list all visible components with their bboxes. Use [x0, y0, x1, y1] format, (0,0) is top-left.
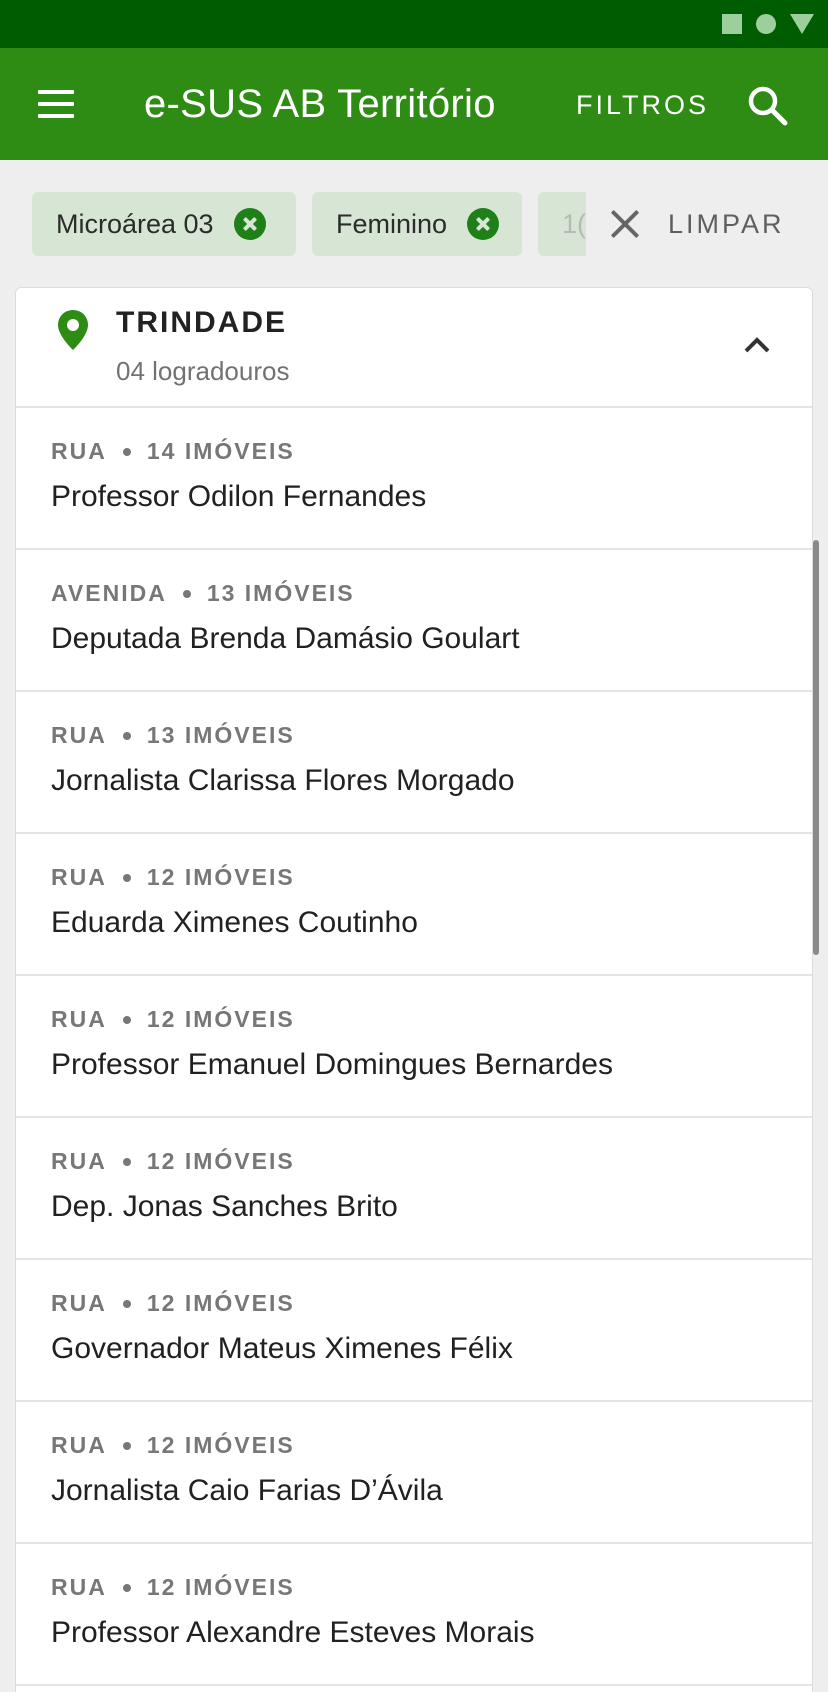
imoveis-count: 14 IMÓVEIS — [146, 438, 295, 464]
app-bar: e-SUS AB Território FILTROS — [0, 48, 828, 160]
logradouro-name: Governador Mateus Ximenes Félix — [51, 1332, 513, 1365]
imoveis-count: 13 IMÓVEIS — [146, 722, 295, 748]
list-item[interactable]: RUA 12 IMÓVEIS Professor Alexandre Esteves… — [16, 1544, 812, 1686]
imoveis-count: 12 IMÓVEIS — [146, 1432, 295, 1458]
chevron-up-icon[interactable] — [742, 330, 772, 360]
logradouro-type: RUA — [51, 1006, 107, 1032]
imoveis-count: 12 IMÓVEIS — [146, 1290, 295, 1316]
search-icon[interactable] — [746, 84, 790, 128]
clear-filters-button[interactable]: LIMPAR — [586, 192, 828, 256]
separator-dot — [122, 1157, 131, 1166]
logradouro-name: Professor Odilon Fernandes — [51, 480, 427, 513]
separator-dot — [122, 873, 131, 882]
logradouro-type: RUA — [51, 1148, 107, 1174]
separator-dot — [122, 1015, 131, 1024]
list-item[interactable]: RUA 12 IMÓVEIS Eduarda Ximenes Coutinho — [16, 834, 812, 976]
logradouro-meta: RUA 14 IMÓVEIS — [51, 438, 295, 465]
logradouro-meta: RUA 12 IMÓVEIS — [51, 864, 295, 891]
logradouro-meta: RUA 12 IMÓVEIS — [51, 1432, 295, 1459]
separator-dot — [122, 447, 131, 456]
logradouro-type: AVENIDA — [51, 580, 167, 606]
location-pin-icon — [56, 308, 90, 352]
logradouro-name: Deputada Brenda Damásio Goulart — [51, 622, 520, 655]
imoveis-count: 13 IMÓVEIS — [206, 580, 355, 606]
list-item[interactable]: AVENIDA 13 IMÓVEIS Deputada Brenda Damásio… — [16, 550, 812, 692]
logradouro-type: RUA — [51, 1574, 107, 1600]
logradouro-name: Jornalista Clarissa Flores Morgado — [51, 764, 515, 797]
logradouro-type: RUA — [51, 1432, 107, 1458]
signal-icon — [790, 14, 814, 34]
bairro-subtitle: 04 logradouros — [116, 356, 290, 386]
logradouro-meta: RUA 12 IMÓVEIS — [51, 1290, 295, 1317]
chip-label: 1( — [562, 208, 587, 239]
logradouro-name: Dep. Jonas Sanches Brito — [51, 1190, 398, 1223]
filters-button[interactable]: FILTROS — [576, 88, 709, 122]
bairro-name: TRINDADE — [116, 306, 287, 339]
separator-dot — [182, 589, 191, 598]
separator-dot — [122, 731, 131, 740]
chip-label: Microárea 03 — [56, 208, 214, 239]
logradouro-meta: RUA 12 IMÓVEIS — [51, 1574, 295, 1601]
logradouro-name: Professor Alexandre Esteves Morais — [51, 1616, 535, 1649]
list-item[interactable]: RUA 12 IMÓVEIS Professor Emanuel Domingues… — [16, 976, 812, 1118]
clear-label: LIMPAR — [668, 208, 785, 239]
separator-dot — [122, 1441, 131, 1450]
logradouro-list: RUA 14 IMÓVEIS Professor Odilon Fernandes A… — [16, 408, 812, 1686]
logradouro-meta: RUA 12 IMÓVEIS — [51, 1006, 295, 1033]
logradouro-meta: RUA 13 IMÓVEIS — [51, 722, 295, 749]
list-item[interactable]: RUA 14 IMÓVEIS Professor Odilon Fernandes — [16, 408, 812, 550]
imoveis-count: 12 IMÓVEIS — [146, 1148, 295, 1174]
list-item[interactable]: RUA 12 IMÓVEIS Governador Mateus Ximenes F… — [16, 1260, 812, 1402]
close-icon — [610, 209, 640, 239]
list-item[interactable]: RUA 13 IMÓVEIS Jornalista Clarissa Flores … — [16, 692, 812, 834]
logradouro-name: Professor Emanuel Domingues Bernardes — [51, 1048, 613, 1081]
separator-dot — [122, 1299, 131, 1308]
list-item[interactable]: RUA 12 IMÓVEIS Jornalista Caio Farias D’Áv… — [16, 1402, 812, 1544]
bairro-header[interactable]: TRINDADE 04 logradouros — [16, 288, 812, 408]
logradouro-name: Eduarda Ximenes Coutinho — [51, 906, 418, 939]
imoveis-count: 12 IMÓVEIS — [146, 1574, 295, 1600]
app-title: e-SUS AB Território — [144, 82, 496, 126]
list-item[interactable]: RUA 12 IMÓVEIS Dep. Jonas Sanches Brito — [16, 1118, 812, 1260]
filter-chip[interactable]: Feminino — [312, 192, 522, 256]
remove-chip-icon[interactable] — [467, 208, 500, 240]
chip-label: Feminino — [336, 208, 448, 239]
imoveis-count: 12 IMÓVEIS — [146, 864, 295, 890]
logradouro-name: Jornalista Caio Farias D’Ávila — [51, 1474, 443, 1507]
scrollbar[interactable] — [813, 540, 819, 955]
filter-chip[interactable]: Microárea 03 — [32, 192, 296, 256]
logradouro-meta: RUA 12 IMÓVEIS — [51, 1148, 295, 1175]
menu-icon[interactable] — [36, 90, 76, 118]
remove-chip-icon[interactable] — [233, 208, 266, 240]
logradouro-meta: AVENIDA 13 IMÓVEIS — [51, 580, 355, 607]
logradouro-type: RUA — [51, 1290, 107, 1316]
logradouro-type: RUA — [51, 864, 107, 890]
separator-dot — [122, 1583, 131, 1592]
logradouro-type: RUA — [51, 722, 107, 748]
bairro-card: TRINDADE 04 logradouros RUA 14 IMÓVEIS Pro… — [15, 287, 813, 1692]
home-icon — [756, 14, 776, 34]
imoveis-count: 12 IMÓVEIS — [146, 1006, 295, 1032]
status-bar — [0, 0, 828, 48]
recents-icon — [722, 14, 742, 34]
filter-chip-bar: Microárea 03 Feminino 1( LIMPAR — [0, 160, 828, 288]
logradouro-type: RUA — [51, 438, 107, 464]
